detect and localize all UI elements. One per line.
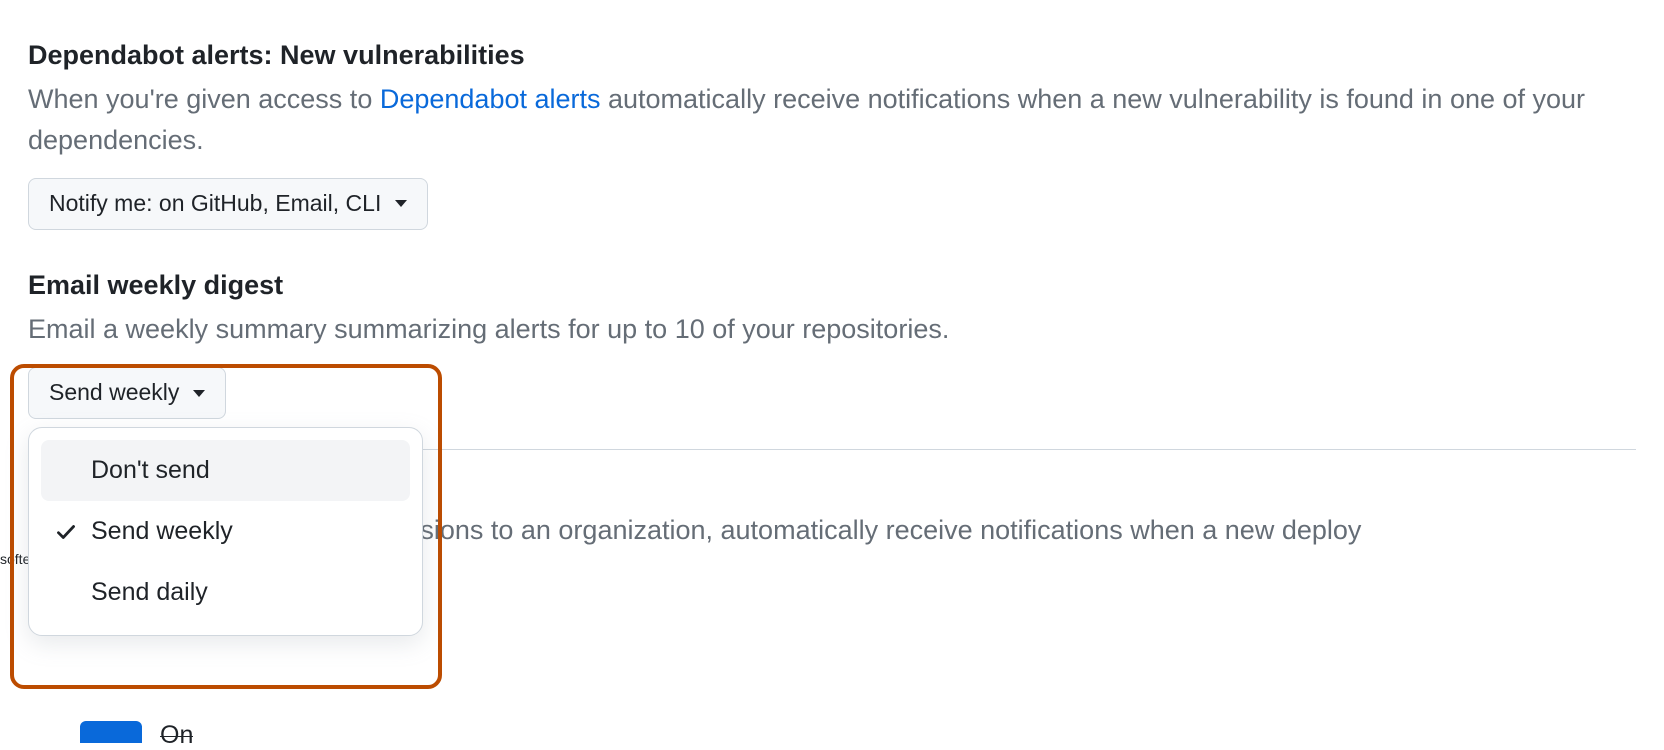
menu-item-label: Send weekly bbox=[91, 517, 233, 546]
desc-text-prefix: When you're given access to bbox=[28, 84, 380, 114]
dependabot-alerts-description: When you're given access to Dependabot a… bbox=[28, 79, 1636, 160]
caret-down-icon bbox=[395, 200, 407, 207]
caret-down-icon bbox=[193, 390, 205, 397]
dependabot-alerts-title: Dependabot alerts: New vulnerabilities bbox=[28, 40, 1636, 71]
menu-item-send-daily[interactable]: Send daily bbox=[41, 562, 410, 623]
menu-item-label: Send daily bbox=[91, 578, 208, 607]
notify-me-dropdown[interactable]: Notify me: on GitHub, Email, CLI bbox=[28, 178, 428, 230]
menu-item-label: Don't send bbox=[91, 456, 210, 485]
digest-dropdown-wrapper: Send weekly Don't send Send weekly bbox=[28, 367, 226, 419]
toggle-label: On bbox=[160, 721, 193, 750]
check-icon bbox=[55, 521, 77, 543]
notify-me-label: Notify me: on GitHub, Email, CLI bbox=[49, 189, 381, 219]
email-weekly-digest-section: Email weekly digest Email a weekly summa… bbox=[28, 270, 1636, 419]
partial-desc-text: missions to an organization, automatical… bbox=[378, 515, 1361, 545]
toggle-track bbox=[80, 721, 142, 743]
dependabot-alerts-link[interactable]: Dependabot alerts bbox=[380, 84, 601, 114]
email-weekly-digest-title: Email weekly digest bbox=[28, 270, 1636, 301]
check-slot bbox=[55, 521, 91, 543]
menu-item-send-weekly[interactable]: Send weekly bbox=[41, 501, 410, 562]
send-weekly-label: Send weekly bbox=[49, 378, 179, 408]
menu-item-dont-send[interactable]: Don't send bbox=[41, 440, 410, 501]
notify-toggle[interactable]: On bbox=[80, 717, 193, 746]
email-weekly-digest-description: Email a weekly summary summarizing alert… bbox=[28, 309, 1636, 350]
send-weekly-dropdown[interactable]: Send weekly bbox=[28, 367, 226, 419]
dependabot-alerts-section: Dependabot alerts: New vulnerabilities W… bbox=[28, 40, 1636, 230]
digest-dropdown-menu: Don't send Send weekly Send daily bbox=[28, 427, 423, 636]
